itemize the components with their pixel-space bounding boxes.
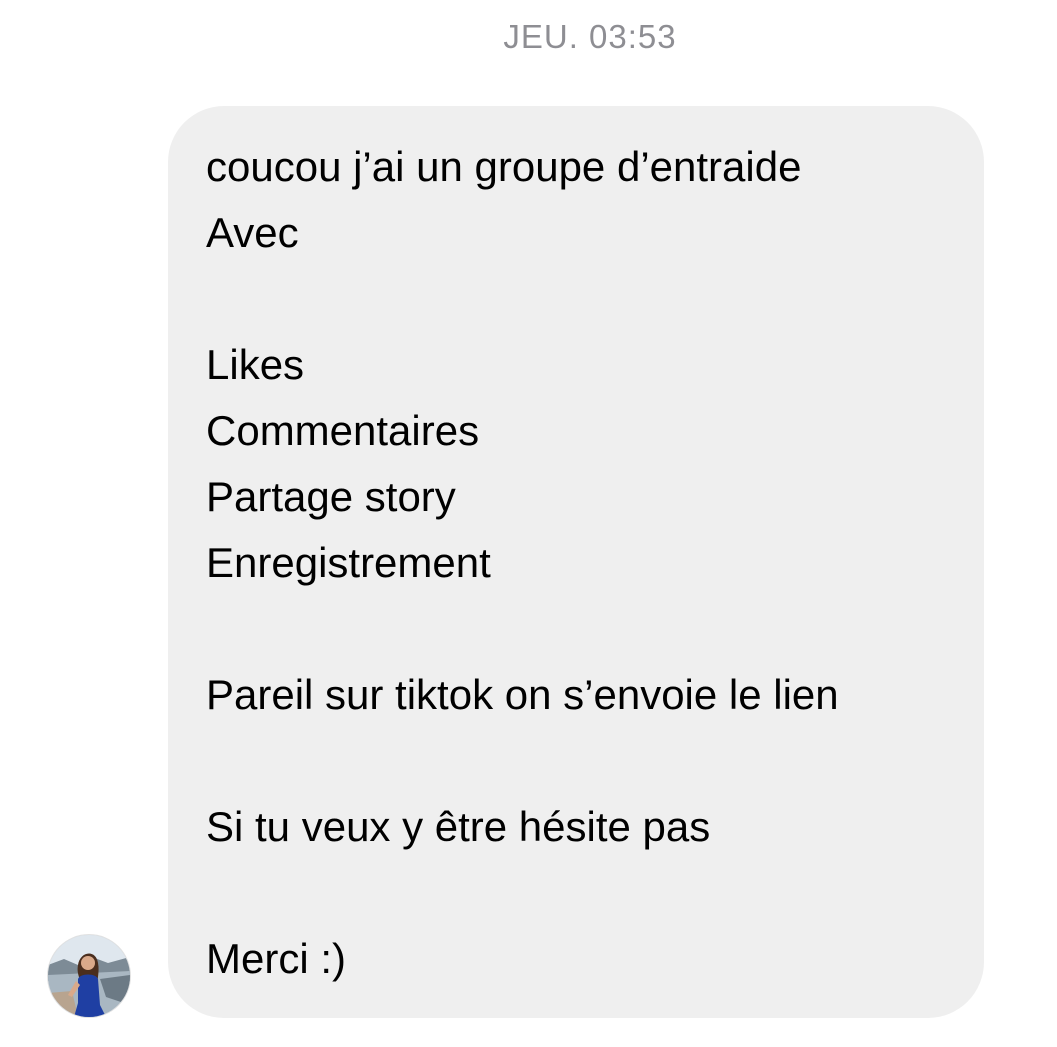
timestamp-row: JEU. 03:53 [0, 0, 1057, 80]
sender-avatar[interactable] [48, 935, 130, 1017]
message-line: Pareil sur tiktok on s’envoie le lien [206, 671, 839, 718]
message-timestamp: JEU. 03:53 [503, 18, 677, 55]
message-line: coucou j’ai un groupe d’entraide [206, 143, 802, 190]
message-line: Avec [206, 209, 299, 256]
message-line: Partage story [206, 473, 456, 520]
message-line: Merci :) [206, 935, 346, 982]
message-line: Likes [206, 341, 305, 388]
message-line: Commentaires [206, 407, 480, 454]
message-line: Enregistrement [206, 539, 491, 586]
profile-photo-icon [48, 935, 130, 1017]
message-line: Si tu veux y être hésite pas [206, 803, 711, 850]
